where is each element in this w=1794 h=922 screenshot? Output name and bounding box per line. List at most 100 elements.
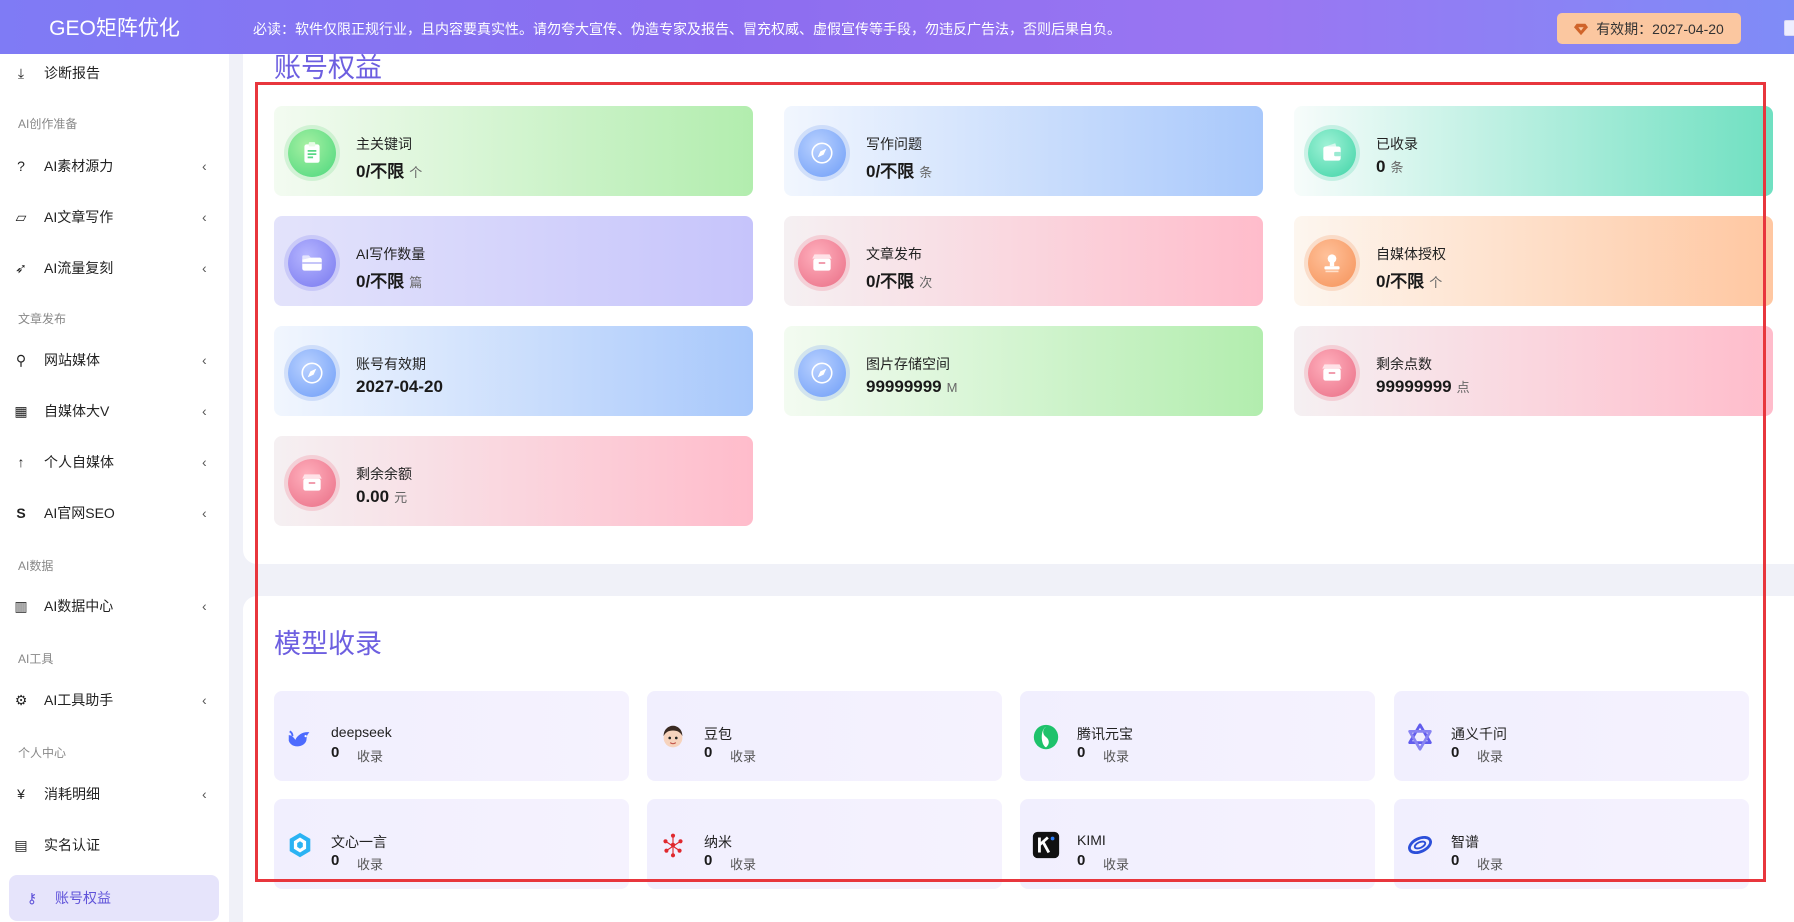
- sidebar-item-label: 网站媒体: [44, 352, 100, 368]
- sidebar-item-label: 消耗明细: [44, 786, 100, 802]
- sidebar-item-ai-material[interactable]: ? AI素材源力 ‹: [0, 144, 229, 188]
- broken-image-icon: [1784, 20, 1794, 36]
- yen-icon: ¥: [17, 786, 25, 802]
- sidebar-item-website-media[interactable]: ⚲ 网站媒体 ‹: [0, 338, 229, 382]
- model-name: 文心一言: [331, 834, 387, 850]
- sidebar-section-publish: 文章发布: [18, 312, 67, 326]
- model-unit: 收录: [1477, 749, 1504, 764]
- model-unit: 收录: [357, 857, 384, 872]
- expiry-badge[interactable]: 有效期：2027-04-20: [1557, 13, 1741, 44]
- sidebar-item-label: AI素材源力: [44, 158, 114, 174]
- sidebar-item-ai-seo[interactable]: S AI官网SEO ‹: [0, 491, 229, 535]
- model-card-wenxin: 文心一言 0 收录: [274, 799, 629, 889]
- compass-icon: [798, 129, 846, 177]
- chevron-left-icon: ‹: [202, 692, 207, 708]
- search-icon: ⚲: [15, 351, 27, 368]
- model-name: 腾讯元宝: [1077, 726, 1133, 742]
- sidebar-item-label: 个人自媒体: [44, 454, 114, 470]
- stamp-icon: [1308, 239, 1356, 287]
- card-value: 0/不限次: [866, 272, 933, 291]
- sidebar-item-label: AI工具助手: [44, 692, 114, 708]
- inbox-box-icon: [798, 239, 846, 287]
- sidebar-item-account-rights[interactable]: ⚷ 账号权益: [9, 875, 219, 921]
- grid-icon: ▦: [14, 402, 28, 419]
- clipboard-icon: [288, 129, 336, 177]
- sidebar-item-ai-traffic[interactable]: ➶ AI流量复刻 ‹: [0, 246, 229, 290]
- bar-chart-icon: ▥: [14, 597, 28, 614]
- model-name: 豆包: [704, 726, 732, 742]
- card-value: 0/不限个: [1376, 272, 1443, 291]
- dollar-s-icon: S: [16, 505, 26, 521]
- sidebar-item-ai-tools[interactable]: ⚙ AI工具助手 ‹: [0, 678, 229, 722]
- sidebar-item-label: AI数据中心: [44, 598, 114, 614]
- model-card-nami: 纳米 0 收录: [647, 799, 1002, 889]
- chevron-left-icon: ‹: [202, 260, 207, 276]
- model-card-zhipu: 智谱 0 收录: [1394, 799, 1749, 889]
- compass-icon: [798, 349, 846, 397]
- card-title: AI写作数量: [356, 246, 426, 262]
- card-value: 2027-04-20: [356, 377, 443, 396]
- model-name: 纳米: [704, 834, 732, 850]
- stat-card-remaining-points: 剩余点数 99999999 点: [1294, 326, 1773, 416]
- card-title: 账号有效期: [356, 356, 426, 372]
- arrow-up-icon: ↑: [17, 454, 25, 470]
- card-title: 主关键词: [356, 136, 412, 152]
- card-value: 0/不限个: [356, 162, 423, 181]
- wenxin-icon: [284, 829, 316, 861]
- chevron-left-icon: ‹: [202, 352, 207, 368]
- stat-card-article-publish: 文章发布 0/不限次: [784, 216, 1263, 306]
- model-value: 0: [331, 852, 340, 869]
- card-title: 自媒体授权: [1376, 246, 1446, 262]
- top-header: GEO矩阵优化 必读：软件仅限正规行业，且内容要真实性。请勿夸大宣传、伪造专家及…: [0, 0, 1794, 54]
- key-icon: ⚷: [26, 889, 38, 906]
- model-value: 0: [331, 744, 340, 761]
- sidebar-item-label: 诊断报告: [44, 65, 100, 81]
- stat-card-ai-writing-count: AI写作数量 0/不限篇: [274, 216, 753, 306]
- nami-icon: [657, 829, 689, 861]
- sidebar-item-label: 实名认证: [44, 837, 100, 853]
- model-unit: 收录: [730, 749, 757, 764]
- model-name: deepseek: [331, 724, 392, 740]
- folder-icon: [288, 239, 336, 287]
- sidebar-item-ai-data-center[interactable]: ▥ AI数据中心 ‹: [0, 584, 229, 628]
- model-value: 0: [704, 852, 713, 869]
- sidebar-item-ai-writing[interactable]: ▱ AI文章写作 ‹: [0, 195, 229, 239]
- yuanbao-icon: [1030, 721, 1062, 753]
- chevron-left-icon: ‹: [202, 209, 207, 225]
- model-value: 0: [1077, 852, 1086, 869]
- sidebar-item-personal-media[interactable]: ↑ 个人自媒体 ‹: [0, 440, 229, 484]
- sidebar-item-label: 账号权益: [55, 890, 111, 906]
- model-name: 通义千问: [1451, 726, 1507, 742]
- sidebar-section-ai-tools: AI工具: [18, 652, 54, 666]
- diamond-icon: [1574, 23, 1589, 35]
- card-title: 图片存储空间: [866, 356, 950, 372]
- sidebar-item-label: 自媒体大V: [44, 403, 110, 419]
- doubao-avatar-icon: [657, 721, 689, 753]
- card-value: 99999999 点: [1376, 377, 1470, 396]
- notice-text: 必读：软件仅限正规行业，且内容要真实性。请勿夸大宣传、伪造专家及报告、冒充权威、…: [253, 21, 1121, 37]
- model-value: 0: [704, 744, 713, 761]
- inbox-box-icon: [288, 459, 336, 507]
- chevron-left-icon: ‹: [202, 505, 207, 521]
- sidebar-section-ai-prep: AI创作准备: [18, 117, 78, 131]
- stat-card-image-storage: 图片存储空间 99999999 M: [784, 326, 1263, 416]
- brand-logo[interactable]: GEO矩阵优化: [0, 0, 229, 54]
- sidebar-item-label: AI流量复刻: [44, 260, 114, 276]
- model-unit: 收录: [1103, 857, 1130, 872]
- model-name: KIMI: [1077, 832, 1106, 848]
- account-rights-title: 账号权益: [274, 53, 382, 83]
- stat-card-account-validity: 账号有效期 2027-04-20: [274, 326, 753, 416]
- sidebar-item-diagnosis-report[interactable]: ⤓ 诊断报告: [0, 55, 229, 91]
- kimi-icon: [1030, 829, 1062, 861]
- model-index-title: 模型收录: [274, 629, 382, 659]
- sidebar-item-media-v[interactable]: ▦ 自媒体大V ‹: [0, 389, 229, 433]
- wallet-icon: [1308, 129, 1356, 177]
- sidebar-item-real-name[interactable]: ▤ 实名认证: [0, 823, 229, 867]
- model-name: 智谱: [1451, 834, 1479, 850]
- model-unit: 收录: [357, 749, 384, 764]
- stat-card-indexed: 已收录 0条: [1294, 106, 1773, 196]
- chevron-left-icon: ‹: [202, 598, 207, 614]
- sidebar-item-consumption[interactable]: ¥ 消耗明细 ‹: [0, 772, 229, 816]
- card-title: 剩余余额: [356, 466, 412, 482]
- folder-open-icon: ▱: [15, 208, 27, 225]
